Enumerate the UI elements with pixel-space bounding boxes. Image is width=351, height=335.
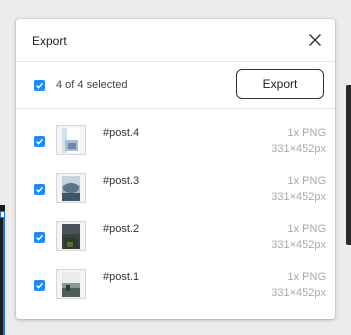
item-format: 1x PNG — [287, 127, 326, 139]
export-dialog: Export 4 of 4 selected Export #post.4 1x… — [16, 19, 335, 319]
check-icon — [35, 82, 44, 89]
item-checkbox[interactable] — [34, 136, 45, 147]
item-size: 331×452px — [271, 239, 326, 251]
list-item[interactable]: #post.3 1x PNG 331×452px — [16, 173, 335, 221]
thumbnail-image — [62, 128, 80, 153]
item-size: 331×452px — [271, 191, 326, 203]
item-name: #post.2 — [103, 223, 140, 235]
item-name: #post.1 — [103, 271, 140, 283]
check-icon — [35, 138, 44, 145]
list-item[interactable]: #post.4 1x PNG 331×452px — [16, 125, 335, 173]
list-item[interactable]: #post.1 1x PNG 331×452px — [16, 269, 335, 317]
selection-outline — [3, 217, 5, 335]
check-icon — [35, 186, 44, 193]
list-item[interactable]: #post.2 1x PNG 331×452px — [16, 221, 335, 269]
thumbnail — [56, 173, 86, 203]
thumbnail-image — [62, 272, 80, 297]
export-button[interactable]: Export — [236, 69, 324, 99]
canvas-left-edge — [0, 205, 5, 335]
item-name: #post.4 — [103, 127, 140, 139]
item-format: 1x PNG — [287, 175, 326, 187]
selection-count: 4 of 4 selected — [56, 79, 128, 91]
thumbnail — [56, 269, 86, 299]
thumbnail-image — [62, 224, 80, 249]
close-icon[interactable] — [307, 32, 323, 48]
thumbnail — [56, 221, 86, 251]
check-icon — [35, 282, 44, 289]
selection-divider — [16, 108, 335, 109]
selection-row: 4 of 4 selected Export — [16, 62, 335, 108]
item-name: #post.3 — [103, 175, 140, 187]
item-format: 1x PNG — [287, 223, 326, 235]
item-size: 331×452px — [271, 143, 326, 155]
check-icon — [35, 234, 44, 241]
thumbnail — [56, 125, 86, 155]
dialog-title: Export — [32, 34, 67, 48]
thumbnail-image — [62, 176, 80, 201]
dialog-header: Export — [16, 19, 335, 61]
item-checkbox[interactable] — [34, 184, 45, 195]
item-checkbox[interactable] — [34, 280, 45, 291]
select-all-checkbox[interactable] — [34, 80, 45, 91]
item-size: 331×452px — [271, 287, 326, 299]
canvas-right-edge — [346, 85, 351, 245]
item-checkbox[interactable] — [34, 232, 45, 243]
item-format: 1x PNG — [287, 271, 326, 283]
